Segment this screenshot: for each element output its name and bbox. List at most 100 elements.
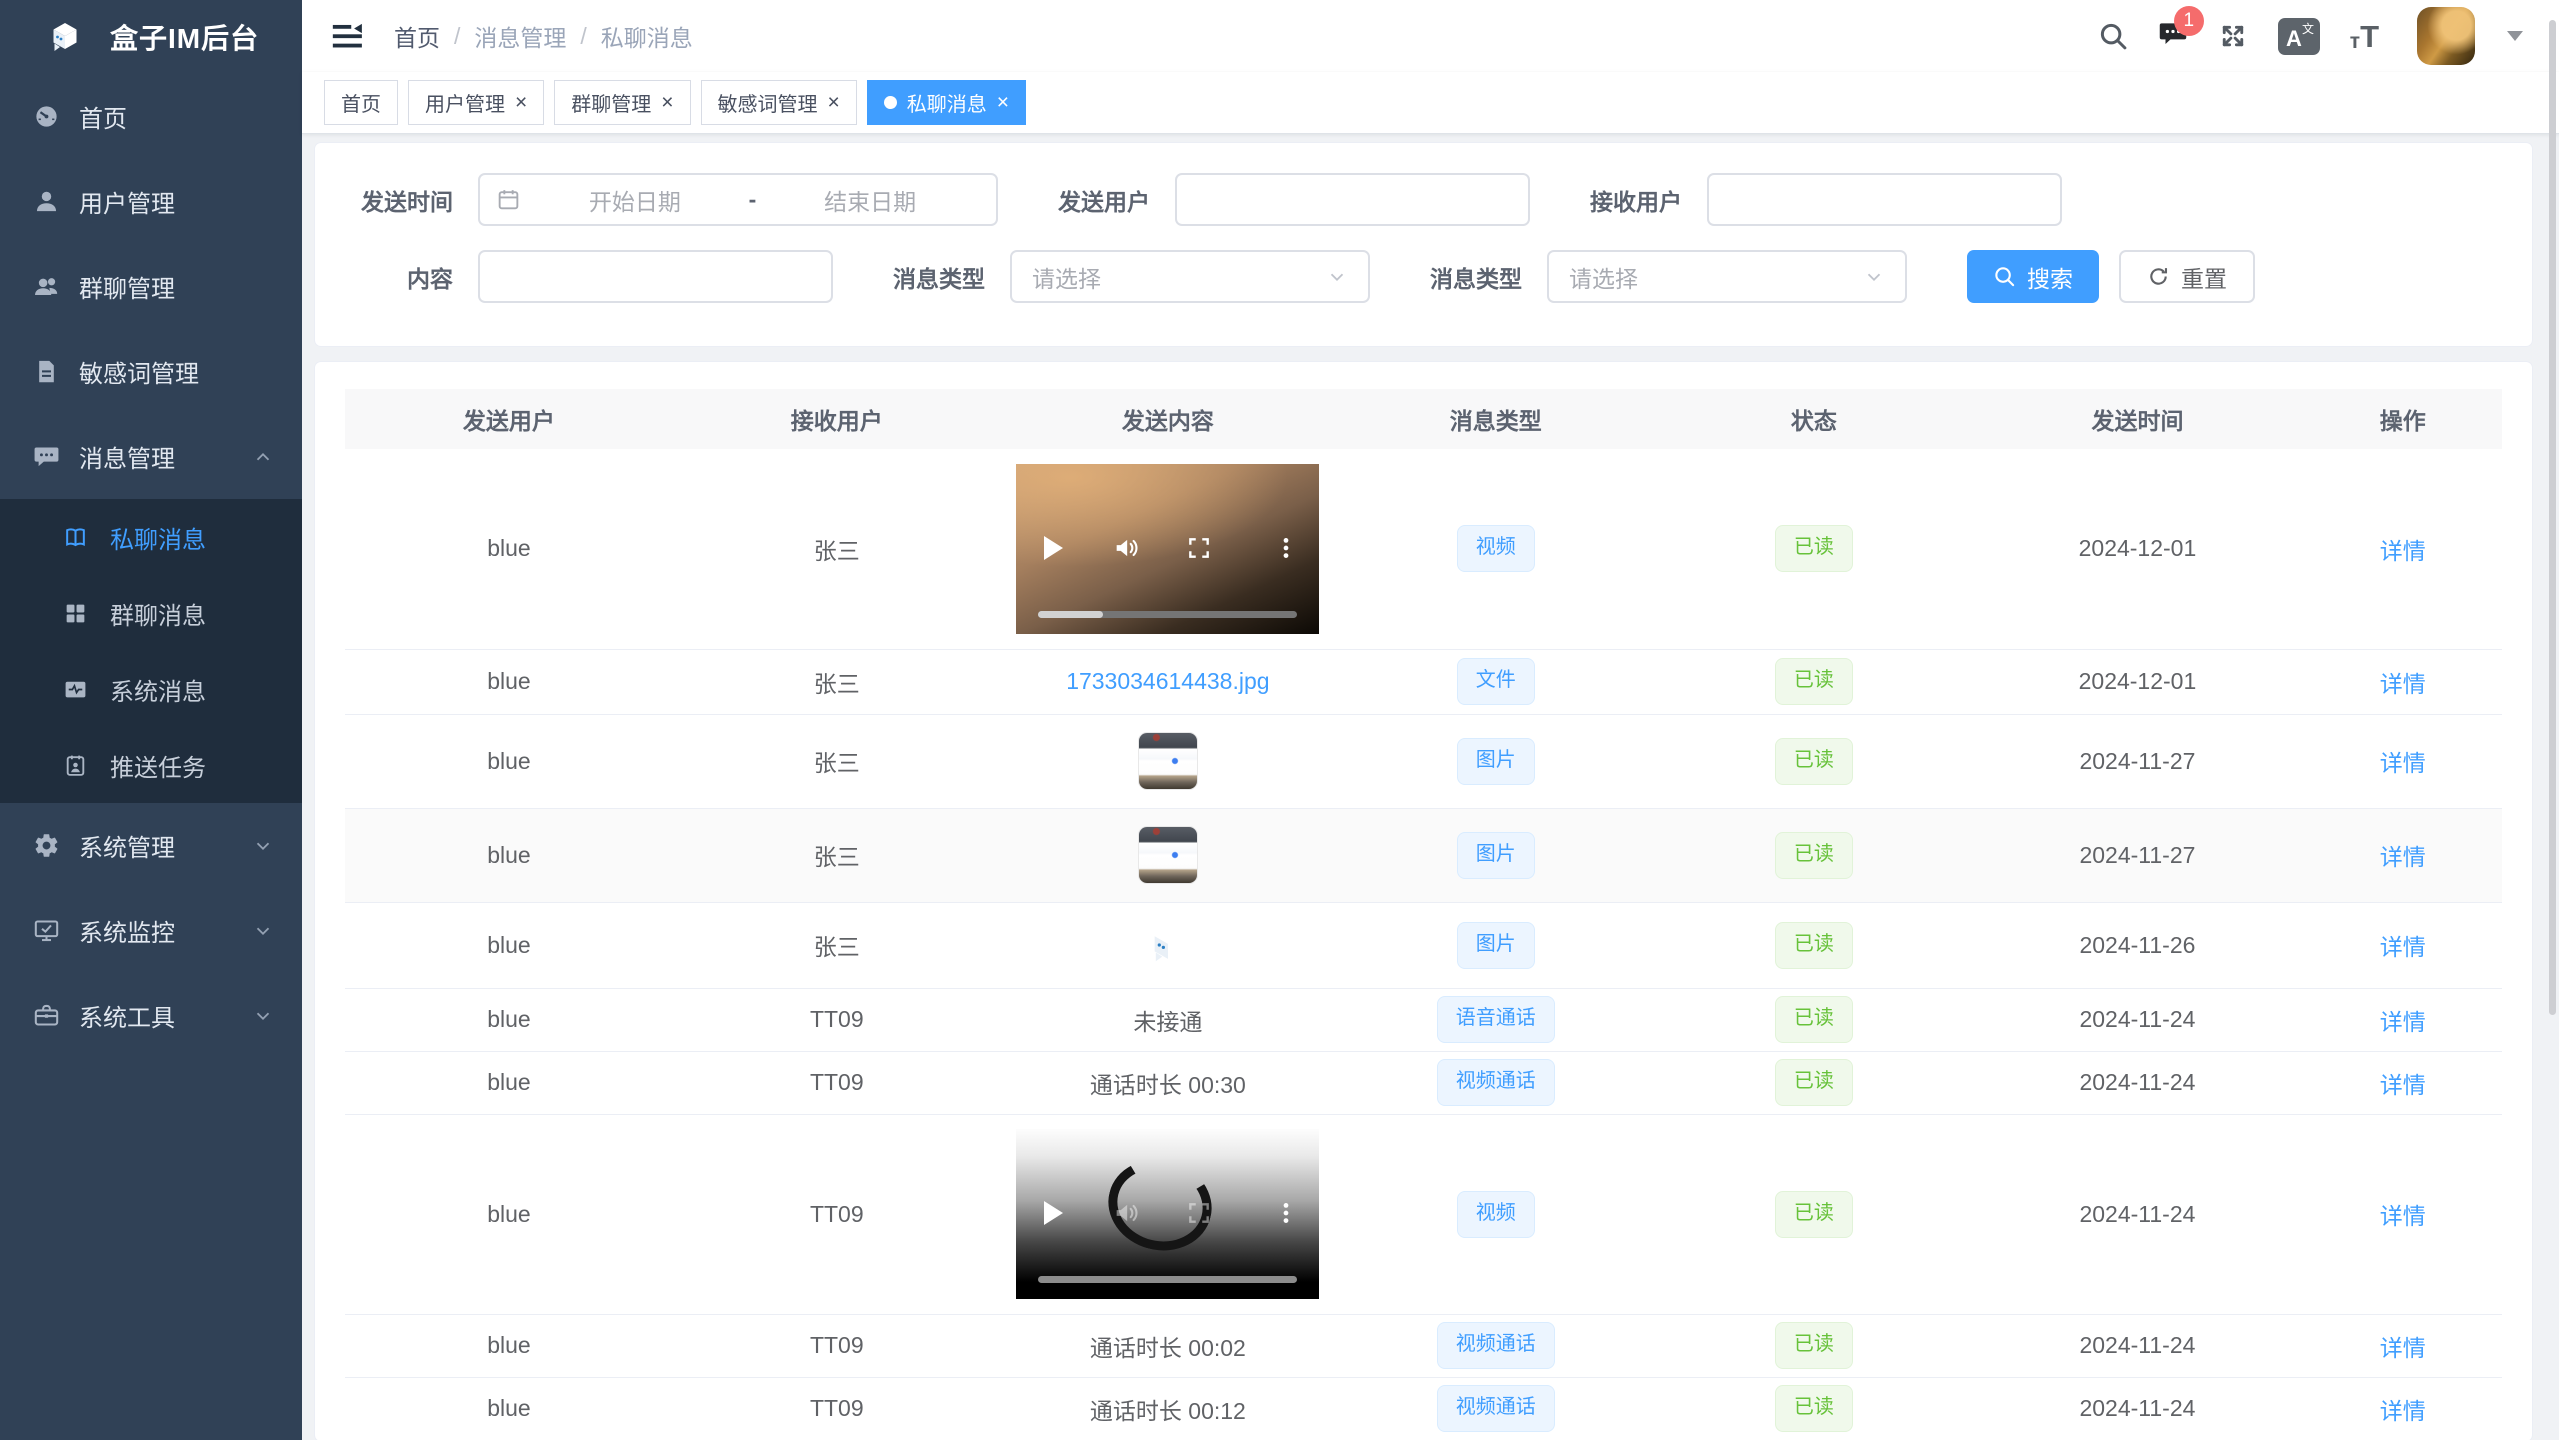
sidebar-item-message-management[interactable]: 消息管理: [0, 414, 302, 499]
send-time-cell: 2024-11-24: [1971, 988, 2303, 1051]
sidebar-item-system-messages[interactable]: 系统消息: [0, 651, 302, 727]
filter-send-time: 发送时间 开始日期 - 结束日期: [348, 173, 998, 226]
sidebar-item-push-tasks[interactable]: 推送任务: [0, 727, 302, 803]
reset-button[interactable]: 重置: [2119, 250, 2255, 303]
image-thumbnail[interactable]: [1138, 826, 1198, 884]
play-icon[interactable]: [1044, 1201, 1063, 1225]
message-text: 通话时长 00:02: [1090, 1335, 1246, 1361]
gear-icon: [33, 832, 60, 859]
breadcrumb-item[interactable]: 消息管理: [474, 19, 566, 53]
search-button[interactable]: 搜索: [1967, 250, 2099, 303]
close-icon[interactable]: ×: [515, 92, 527, 113]
fullscreen-icon[interactable]: [2218, 21, 2248, 51]
receive-user-input[interactable]: [1707, 173, 2062, 226]
fullscreen-icon[interactable]: [1186, 535, 1212, 561]
task-icon: [63, 753, 88, 778]
sender-cell: blue: [345, 649, 673, 714]
message-text: 通话时长 00:30: [1090, 1072, 1246, 1098]
notification-bell[interactable]: 1: [2158, 19, 2188, 54]
chevron-down-icon: [1326, 266, 1348, 288]
video-progress-bar[interactable]: [1038, 1276, 1297, 1283]
tab-label: 群聊管理: [571, 88, 651, 117]
search-icon: [1993, 265, 2016, 288]
sidebar-menu: 首页 用户管理 群聊管理 敏感词管理 消息管理 私聊消息 群聊消息: [0, 74, 302, 1440]
translate-icon[interactable]: A文: [2278, 18, 2320, 55]
sidebar-item-sensitive-words[interactable]: 敏感词管理: [0, 329, 302, 414]
detail-link[interactable]: 详情: [2380, 1072, 2426, 1098]
detail-link[interactable]: 详情: [2380, 1009, 2426, 1035]
detail-link[interactable]: 详情: [2380, 671, 2426, 697]
sidebar-item-system-management[interactable]: 系统管理: [0, 803, 302, 888]
detail-link[interactable]: 详情: [2380, 1203, 2426, 1229]
sidebar-item-label: 系统工具: [79, 998, 175, 1033]
volume-icon[interactable]: [1112, 534, 1140, 562]
receiver-cell: 张三: [673, 649, 1001, 714]
sidebar-item-label: 系统管理: [79, 828, 175, 863]
close-icon[interactable]: ×: [997, 92, 1009, 113]
content-input[interactable]: [478, 250, 833, 303]
sidebar-item-group-management[interactable]: 群聊管理: [0, 244, 302, 329]
sidebar-item-private-messages[interactable]: 私聊消息: [0, 499, 302, 575]
action-cell: 详情: [2304, 649, 2502, 714]
tab-private-messages[interactable]: 私聊消息 ×: [867, 80, 1026, 125]
tab-user-management[interactable]: 用户管理 ×: [408, 80, 544, 125]
sidebar-item-system-monitor[interactable]: 系统监控: [0, 888, 302, 973]
more-options-icon[interactable]: [1273, 535, 1299, 561]
more-options-icon[interactable]: [1273, 1200, 1299, 1226]
image-thumbnail-logo[interactable]: [1139, 916, 1197, 974]
tab-group-management[interactable]: 群聊管理 ×: [554, 80, 690, 125]
close-icon[interactable]: ×: [661, 92, 673, 113]
action-cell: 详情: [2304, 1114, 2502, 1314]
status-cell: 已读: [1656, 714, 1971, 808]
send-user-input[interactable]: [1175, 173, 1530, 226]
close-icon[interactable]: ×: [828, 92, 840, 113]
sidebar-item-system-tools[interactable]: 系统工具: [0, 973, 302, 1058]
sidebar-item-user-management[interactable]: 用户管理: [0, 159, 302, 244]
send-time-cell: 2024-11-27: [1971, 714, 2303, 808]
image-thumbnail[interactable]: [1138, 732, 1198, 790]
detail-link[interactable]: 详情: [2380, 750, 2426, 776]
detail-link[interactable]: 详情: [2380, 934, 2426, 960]
filter-content: 内容: [348, 250, 833, 303]
filter-panel: 发送时间 开始日期 - 结束日期 发送用户 接收用户: [314, 142, 2533, 347]
msg-type-select-2[interactable]: 请选择: [1547, 250, 1907, 303]
tab-sensitive-words[interactable]: 敏感词管理 ×: [701, 80, 857, 125]
msg-type-select-1[interactable]: 请选择: [1010, 250, 1370, 303]
message-submenu: 私聊消息 群聊消息 系统消息 推送任务: [0, 499, 302, 803]
font-size-icon[interactable]: тT: [2350, 21, 2379, 52]
sidebar-collapse-icon[interactable]: [330, 19, 364, 53]
detail-link[interactable]: 详情: [2380, 1398, 2426, 1424]
content-cell: [1001, 1114, 1335, 1314]
detail-link[interactable]: 详情: [2380, 538, 2426, 564]
search-button-label: 搜索: [2027, 260, 2073, 294]
video-player[interactable]: [1016, 464, 1319, 634]
app-logo[interactable]: 盒子IM后台: [0, 0, 302, 74]
tab-home[interactable]: 首页: [324, 80, 398, 125]
table-row: blue张三1733034614438.jpg文件已读2024-12-01详情: [345, 649, 2502, 714]
sidebar-item-group-messages[interactable]: 群聊消息: [0, 575, 302, 651]
video-player[interactable]: [1016, 1129, 1319, 1299]
filter-msg-type-2: 消息类型 请选择: [1430, 250, 1907, 303]
sender-cell: blue: [345, 1314, 673, 1377]
breadcrumb-item[interactable]: 首页: [394, 19, 440, 53]
user-avatar[interactable]: [2417, 7, 2475, 65]
video-progress-bar[interactable]: [1038, 611, 1297, 618]
scrollbar-thumb[interactable]: [2549, 20, 2556, 1015]
avatar-dropdown-caret[interactable]: [2507, 31, 2523, 41]
detail-link[interactable]: 详情: [2380, 844, 2426, 870]
fullscreen-icon[interactable]: [1186, 1200, 1212, 1226]
play-icon[interactable]: [1044, 536, 1063, 560]
file-link[interactable]: 1733034614438.jpg: [1066, 668, 1269, 694]
sidebar-item-home[interactable]: 首页: [0, 74, 302, 159]
monitor-icon: [33, 917, 60, 944]
sidebar-item-label: 敏感词管理: [79, 354, 199, 389]
date-range-input[interactable]: 开始日期 - 结束日期: [478, 173, 998, 226]
table-row: blue张三图片已读2024-11-27详情: [345, 808, 2502, 902]
volume-icon[interactable]: [1112, 1199, 1140, 1227]
content-cell: 通话时长 00:02: [1001, 1314, 1335, 1377]
content-cell: 通话时长 00:30: [1001, 1051, 1335, 1114]
search-icon[interactable]: [2098, 21, 2128, 51]
status-badge: 已读: [1775, 1322, 1853, 1369]
detail-link[interactable]: 详情: [2380, 1335, 2426, 1361]
message-type-badge: 视频: [1457, 1191, 1535, 1238]
